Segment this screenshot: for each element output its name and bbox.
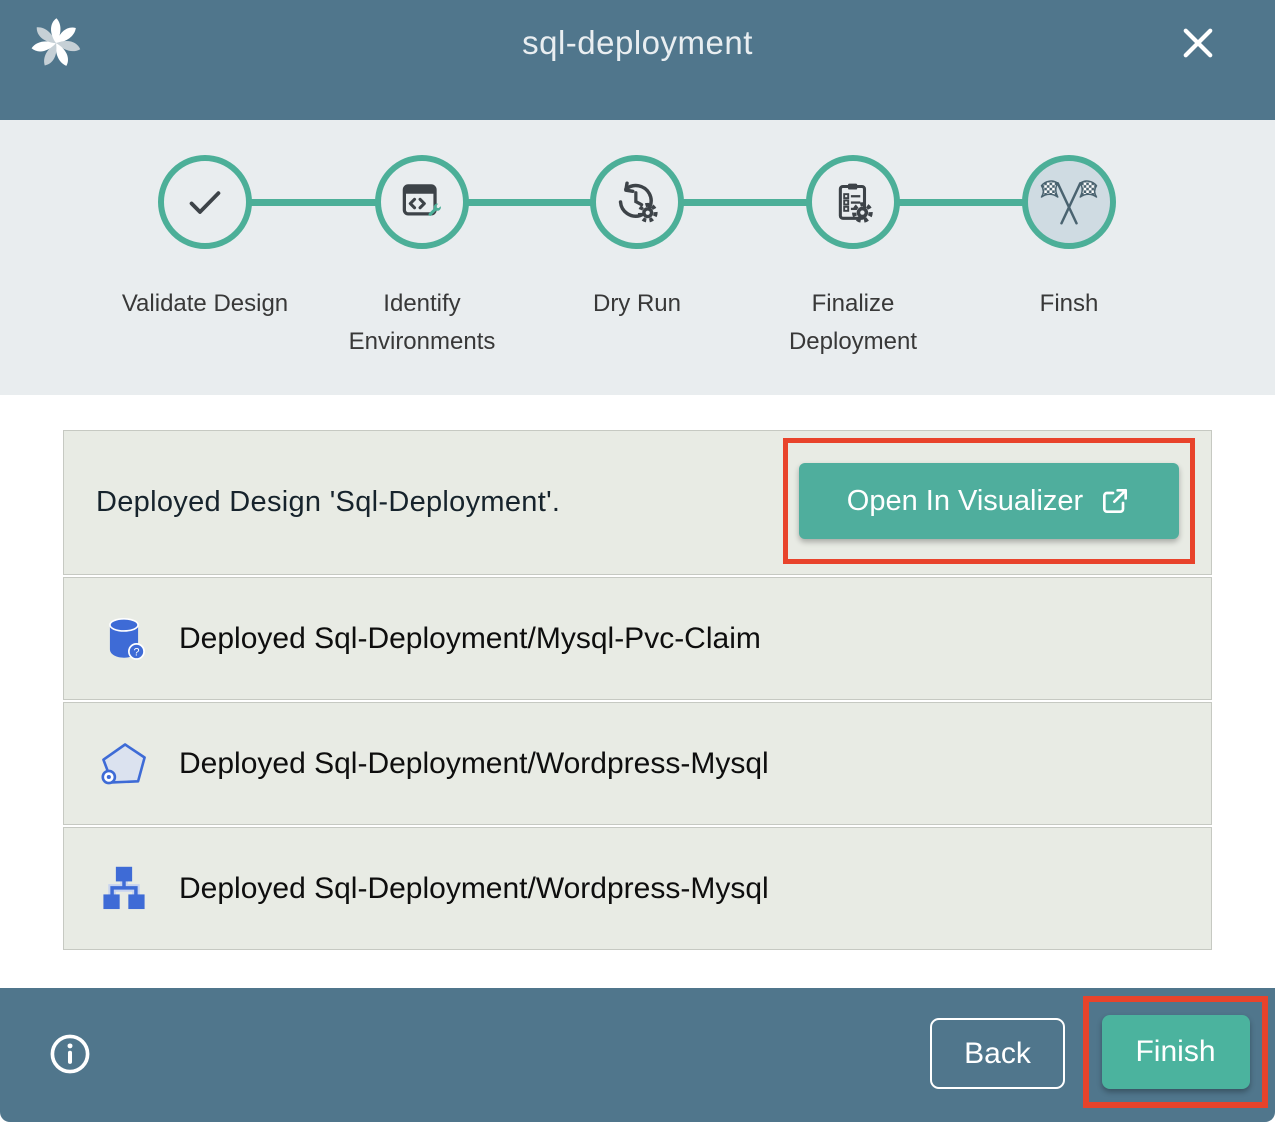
modal-footer: Back Finish (0, 988, 1275, 1122)
result-row-wordpress-mysql-1: Deployed Sql-Deployment/Wordpress-Mysql (63, 702, 1212, 825)
design-status-row: Deployed Design 'Sql-Deployment'. Open I… (63, 430, 1212, 575)
result-row-wordpress-mysql-2: Deployed Sql-Deployment/Wordpress-Mysql (63, 827, 1212, 950)
pentagon-icon (98, 738, 150, 790)
checkmark-icon[interactable] (158, 155, 252, 249)
clipboard-gear-icon[interactable] (806, 155, 900, 249)
open-in-visualizer-label: Open In Visualizer (847, 485, 1083, 518)
step-finsh: Finsh (961, 155, 1177, 323)
modal-title: sql-deployment (0, 24, 1275, 62)
step-label: Dry Run (552, 285, 722, 323)
result-row-text: Deployed Sql-Deployment/Wordpress-Mysql (179, 747, 769, 781)
stepper: Validate Design Identify Environments (0, 120, 1275, 395)
step-label: Identify Environments (337, 285, 507, 362)
step-validate-design: Validate Design (97, 155, 313, 323)
deployment-modal: sql-deployment Validate Design (0, 0, 1275, 1122)
modal-header: sql-deployment (0, 0, 1275, 120)
step-finalize-deployment: Finalize Deployment (745, 155, 961, 362)
code-config-icon[interactable] (375, 155, 469, 249)
result-row-text: Deployed Sql-Deployment/Mysql-Pvc-Claim (179, 622, 761, 656)
step-label: Finsh (984, 285, 1154, 323)
open-in-visualizer-button[interactable]: Open In Visualizer (799, 463, 1179, 539)
step-label: Finalize Deployment (768, 285, 938, 362)
close-icon[interactable] (1177, 22, 1219, 64)
info-circle-icon[interactable] (48, 1032, 92, 1076)
result-row-text: Deployed Sql-Deployment/Wordpress-Mysql (179, 872, 769, 906)
hierarchy-icon (98, 863, 150, 915)
external-link-icon (1099, 485, 1131, 517)
dry-run-icon[interactable] (590, 155, 684, 249)
step-dry-run: Dry Run (529, 155, 745, 323)
database-icon: ? (98, 613, 150, 665)
result-row-mysql-pvc-claim: ? Deployed Sql-Deployment/Mysql-Pvc-Clai… (63, 577, 1212, 700)
deployment-results: Deployed Design 'Sql-Deployment'. Open I… (0, 395, 1275, 988)
finish-flags-icon[interactable] (1022, 155, 1116, 249)
back-button[interactable]: Back (930, 1018, 1065, 1089)
annotation-open-in-visualizer: Open In Visualizer (783, 438, 1195, 564)
svg-text:?: ? (133, 646, 139, 658)
step-label: Validate Design (120, 285, 290, 323)
finish-button[interactable]: Finish (1102, 1015, 1250, 1089)
design-status-text: Deployed Design 'Sql-Deployment'. (96, 486, 560, 519)
step-identify-environments: Identify Environments (314, 155, 530, 362)
annotation-finish: Finish (1083, 996, 1268, 1108)
